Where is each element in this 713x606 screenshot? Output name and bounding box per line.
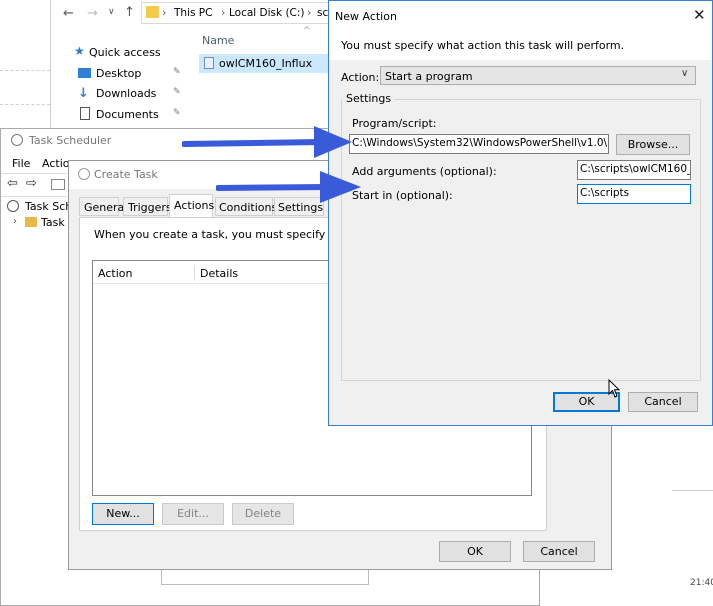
arrow-annotation-icon xyxy=(182,126,352,158)
folder-icon xyxy=(146,6,159,18)
background-divider xyxy=(672,490,713,491)
clock-icon xyxy=(78,168,90,180)
folder-icon xyxy=(25,217,37,227)
up-arrow-icon[interactable]: ↑ xyxy=(124,5,135,20)
action-label: Action: xyxy=(341,71,380,84)
instruction-band: You must specify what action this task w… xyxy=(329,30,712,60)
create-task-ok-button[interactable]: OK xyxy=(439,541,511,562)
delete-button[interactable]: Delete xyxy=(232,503,294,525)
back-arrow-icon[interactable]: ⇦ xyxy=(7,176,18,191)
create-task-title: Create Task xyxy=(94,168,158,181)
breadcrumb-this-pc[interactable]: This PC xyxy=(174,7,212,19)
nav-documents[interactable]: Documents xyxy=(96,108,159,121)
script-file-icon xyxy=(204,57,214,69)
tab-triggers[interactable]: Triggers xyxy=(123,197,172,216)
breadcrumb-local-disk[interactable]: Local Disk (C:) xyxy=(229,7,305,19)
new-action-title: New Action xyxy=(335,10,397,23)
new-action-cancel-button[interactable]: Cancel xyxy=(628,392,698,412)
column-header-name[interactable]: Name xyxy=(202,34,234,47)
create-task-cancel-button[interactable]: Cancel xyxy=(523,541,595,562)
new-action-dialog: New Action ✕ You must specify what actio… xyxy=(328,0,713,426)
add-arguments-label: Add arguments (optional): xyxy=(352,165,497,178)
console-icon[interactable] xyxy=(51,179,65,190)
nav-downloads[interactable]: Downloads xyxy=(96,87,156,100)
action-select[interactable]: Start a program ∨ xyxy=(380,66,696,85)
pin-icon: ✎ xyxy=(173,108,181,118)
new-action-instruction: You must specify what action this task w… xyxy=(341,39,625,52)
forward-arrow-icon[interactable]: → xyxy=(87,6,98,21)
add-arguments-field[interactable]: C:\scripts\owlCM160_Inf xyxy=(577,160,691,180)
background-divider xyxy=(0,104,50,105)
toolbar: ⇦ ⇨ xyxy=(1,173,69,197)
address-bar[interactable]: › This PC › Local Disk (C:) › scri xyxy=(141,2,341,24)
title-bar: New Action ✕ xyxy=(329,1,712,30)
background-divider xyxy=(0,70,50,71)
column-header-details[interactable]: Details xyxy=(200,267,238,280)
tab-actions[interactable]: Actions xyxy=(169,194,214,218)
sort-chevron-icon: ^ xyxy=(303,26,311,36)
pin-icon: ✎ xyxy=(173,87,181,97)
column-header-action[interactable]: Action xyxy=(98,267,132,280)
start-in-label: Start in (optional): xyxy=(352,189,453,202)
new-button[interactable]: New... xyxy=(92,503,154,525)
start-in-field[interactable]: C:\scripts xyxy=(577,184,691,204)
taskbar-time: 21:40 xyxy=(690,578,713,588)
chevron-down-icon[interactable]: ∨ xyxy=(108,7,115,17)
task-scheduler-title: Task Scheduler xyxy=(29,134,112,147)
back-arrow-icon[interactable]: ← xyxy=(63,6,74,21)
desktop-icon xyxy=(78,68,91,78)
menu-file[interactable]: File xyxy=(12,157,30,170)
edit-button[interactable]: Edit... xyxy=(162,503,224,525)
expand-chevron-icon[interactable]: › xyxy=(13,216,17,227)
clock-icon xyxy=(7,200,19,212)
pin-icon: ✎ xyxy=(173,67,181,77)
chevron-down-icon: ∨ xyxy=(681,68,689,79)
mouse-cursor-icon xyxy=(608,379,621,398)
file-name: owlCM160_Influx xyxy=(219,57,313,70)
file-row-selected[interactable]: owlCM160_Influx xyxy=(199,54,329,73)
star-icon: ★ xyxy=(74,44,85,58)
clock-icon xyxy=(11,134,23,146)
nav-desktop[interactable]: Desktop xyxy=(96,67,141,80)
nav-quick-access[interactable]: Quick access xyxy=(89,46,161,59)
tab-general[interactable]: General xyxy=(79,197,127,216)
program-script-field[interactable]: C:\Windows\System32\WindowsPowerShell\v1… xyxy=(349,134,609,154)
forward-arrow-icon[interactable]: ⇨ xyxy=(26,176,37,191)
program-script-label: Program/script: xyxy=(352,117,437,130)
arrow-annotation-icon xyxy=(216,171,361,203)
close-icon[interactable]: ✕ xyxy=(693,6,706,24)
browse-button[interactable]: Browse... xyxy=(616,134,690,155)
download-icon: ↓ xyxy=(78,86,89,101)
document-icon xyxy=(80,107,90,120)
file-explorer-window: ← → ∨ ↑ › This PC › Local Disk (C:) › sc… xyxy=(50,0,341,135)
